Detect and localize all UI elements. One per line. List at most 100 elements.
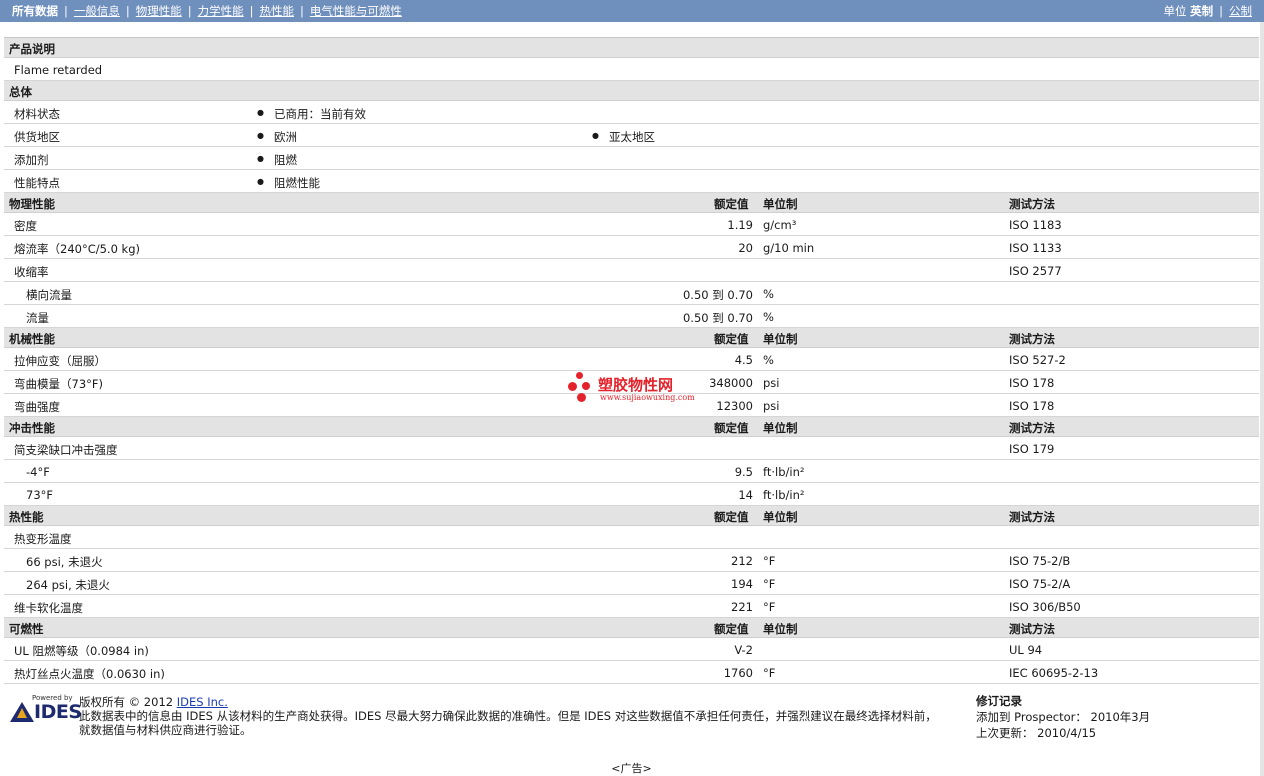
property-unit: °F xyxy=(763,600,776,614)
test-method: UL 94 xyxy=(1009,643,1043,657)
col-header-value: 额定值 xyxy=(714,332,749,346)
property-row: 拉伸应变（屈服） 4.5% ISO 527-2 xyxy=(4,348,1259,371)
property-unit: °F xyxy=(763,554,776,568)
property-value: 12300 xyxy=(716,399,753,413)
property-unit: % xyxy=(763,287,774,301)
section-title: 产品说明 xyxy=(9,42,55,56)
scrollbar-track[interactable] xyxy=(1260,22,1264,776)
test-method: ISO 527-2 xyxy=(1009,353,1066,367)
section-title: 物理性能 xyxy=(9,197,55,211)
property-row: 密度 1.19 g/cm³ ISO 1183 xyxy=(4,213,1259,236)
nav-thermal-link[interactable]: 热性能 xyxy=(260,4,295,18)
property-row: UL 阻燃等级（0.0984 in) V-2 UL 94 xyxy=(4,638,1259,661)
property-row: 66 psi, 未退火 212 °F ISO 75-2/B xyxy=(4,549,1259,572)
col-header-unit: 单位制 xyxy=(763,421,798,435)
test-method: ISO 75-2/B xyxy=(1009,554,1071,568)
property-label: 弯曲模量（73°F) xyxy=(14,377,103,391)
nav-all-data[interactable]: 所有数据 xyxy=(12,4,58,18)
nav-general-link[interactable]: 一般信息 xyxy=(74,4,120,18)
ides-company-link[interactable]: IDES Inc. xyxy=(177,695,228,709)
top-nav-bar: 所有数据 | 一般信息 | 物理性能 | 力学性能 | 热性能 | 电气性能与可燃性 单位 英制 | 公… xyxy=(0,0,1264,22)
nav-electrical-link[interactable]: 电气性能与可燃性 xyxy=(310,4,402,18)
col-header-unit: 单位制 xyxy=(763,510,798,524)
section-nav: 所有数据 | 一般信息 | 物理性能 | 力学性能 | 热性能 | 电气性能与可燃性 xyxy=(12,4,402,18)
property-unit: ft·lb/in² xyxy=(763,488,805,502)
property-label: 性能特点 xyxy=(14,176,60,190)
test-method: ISO 1133 xyxy=(1009,241,1062,255)
logo-wordmark: IDES xyxy=(34,701,82,723)
col-header-value: 额定值 xyxy=(714,510,749,524)
property-unit: °F xyxy=(763,666,776,680)
bullet-item: 亚太地区 xyxy=(592,129,655,145)
description-text: Flame retarded xyxy=(14,63,103,77)
property-row: -4°F 9.5 ft·lb/in² xyxy=(4,460,1259,483)
watermark-url: www.sujiaowuxing.com xyxy=(600,393,695,402)
section-header-general: 总体 xyxy=(4,81,1259,101)
general-row: 性能特点 阻燃性能 xyxy=(4,170,1259,193)
test-method: ISO 179 xyxy=(1009,442,1055,456)
property-unit: g/cm³ xyxy=(763,218,797,232)
col-header-method: 测试方法 xyxy=(1009,622,1055,636)
section-title: 总体 xyxy=(9,85,32,99)
section-title: 热性能 xyxy=(9,510,44,524)
property-row: 熔流率（240°C/5.0 kg) 20 g/10 min ISO 1133 xyxy=(4,236,1259,259)
watermark-cn: 塑胶物性网 xyxy=(598,376,674,394)
property-label: 拉伸应变（屈服） xyxy=(14,354,106,368)
section-title: 冲击性能 xyxy=(9,421,55,435)
bullet-item: 欧洲 xyxy=(257,129,297,145)
col-header-method: 测试方法 xyxy=(1009,421,1055,435)
property-label: 弯曲强度 xyxy=(14,400,60,414)
bullet-item: 阻燃性能 xyxy=(257,175,320,191)
revision-history: 修订记录 添加到 Prospector： 2010年3月 上次更新： 2010/… xyxy=(976,693,1150,741)
property-unit: ft·lb/in² xyxy=(763,465,805,479)
col-header-unit: 单位制 xyxy=(763,622,798,636)
units-metric-link[interactable]: 公制 xyxy=(1229,4,1252,18)
watermark-dot xyxy=(568,382,577,391)
property-unit: °F xyxy=(763,577,776,591)
property-label: 熔流率（240°C/5.0 kg) xyxy=(14,242,140,256)
col-header-value: 额定值 xyxy=(714,421,749,435)
test-method: ISO 75-2/A xyxy=(1009,577,1071,591)
property-unit: psi xyxy=(763,399,780,413)
col-header-value: 额定值 xyxy=(714,622,749,636)
bullet-item: 已商用：当前有效 xyxy=(257,106,366,122)
footer: Powered by IDES 版权所有 © 2012 IDES Inc. 此数… xyxy=(4,684,1259,775)
property-label: UL 阻燃等级（0.0984 in) xyxy=(14,644,149,658)
flammability-rows: UL 阻燃等级（0.0984 in) V-2 UL 94 热灯丝点火温度（0.0630… xyxy=(4,638,1259,684)
datasheet-table: 产品说明 Flame retarded 总体 材料状态 已商用：当前有效供货地区 欧… xyxy=(4,37,1259,684)
thermal-rows: 热变形温度 66 psi, 未退火 212 °F ISO 75-2/B 264 psi, … xyxy=(4,526,1259,618)
col-header-value: 额定值 xyxy=(714,197,749,211)
col-header-method: 测试方法 xyxy=(1009,197,1055,211)
section-header-thermal: 热性能 额定值 单位制 测试方法 xyxy=(4,506,1259,526)
nav-physical-link[interactable]: 物理性能 xyxy=(136,4,182,18)
property-label: 横向流量 xyxy=(26,288,72,302)
property-unit: % xyxy=(763,310,774,324)
property-row: 热灯丝点火温度（0.0630 in) 1760 °F IEC 60695-2-13 xyxy=(4,661,1259,684)
section-title: 可燃性 xyxy=(9,622,44,636)
general-row: 材料状态 已商用：当前有效 xyxy=(4,101,1259,124)
test-method: ISO 1183 xyxy=(1009,218,1062,232)
unit-switcher: 单位 英制 | 公制 xyxy=(1163,4,1252,18)
property-label: 供货地区 xyxy=(14,130,60,144)
test-method: ISO 306/B50 xyxy=(1009,600,1081,614)
property-label: -4°F xyxy=(26,465,50,479)
general-row: 添加剂 阻燃 xyxy=(4,147,1259,170)
test-method: ISO 178 xyxy=(1009,399,1055,413)
property-value: 348000 xyxy=(709,376,753,390)
revision-added: 添加到 Prospector： 2010年3月 xyxy=(976,710,1151,724)
section-header-flammability: 可燃性 额定值 单位制 测试方法 xyxy=(4,618,1259,638)
bullet-item: 阻燃 xyxy=(257,152,297,168)
general-rows: 材料状态 已商用：当前有效供货地区 欧洲 亚太地区添加剂 阻燃性能特点 阻燃性能 xyxy=(4,101,1259,193)
property-label: 73°F xyxy=(26,488,53,502)
section-header-physical: 物理性能 额定值 单位制 测试方法 xyxy=(4,193,1259,213)
section-header-description: 产品说明 xyxy=(4,38,1259,58)
property-unit: g/10 min xyxy=(763,241,815,255)
property-value: 1760 xyxy=(723,666,753,680)
property-row: 流量 0.50 到 0.70% xyxy=(4,305,1259,328)
col-header-unit: 单位制 xyxy=(763,332,798,346)
property-label: 流量 xyxy=(26,311,49,325)
footer-text: 版权所有 © 2012 IDES Inc. 此数据表中的信息由 IDES 从该材… xyxy=(79,695,937,737)
property-value: 194 xyxy=(731,577,753,591)
nav-mechanical-link[interactable]: 力学性能 xyxy=(198,4,244,18)
disclaimer-line-2: 就数据值与材料供应商进行验证。 xyxy=(79,723,252,737)
